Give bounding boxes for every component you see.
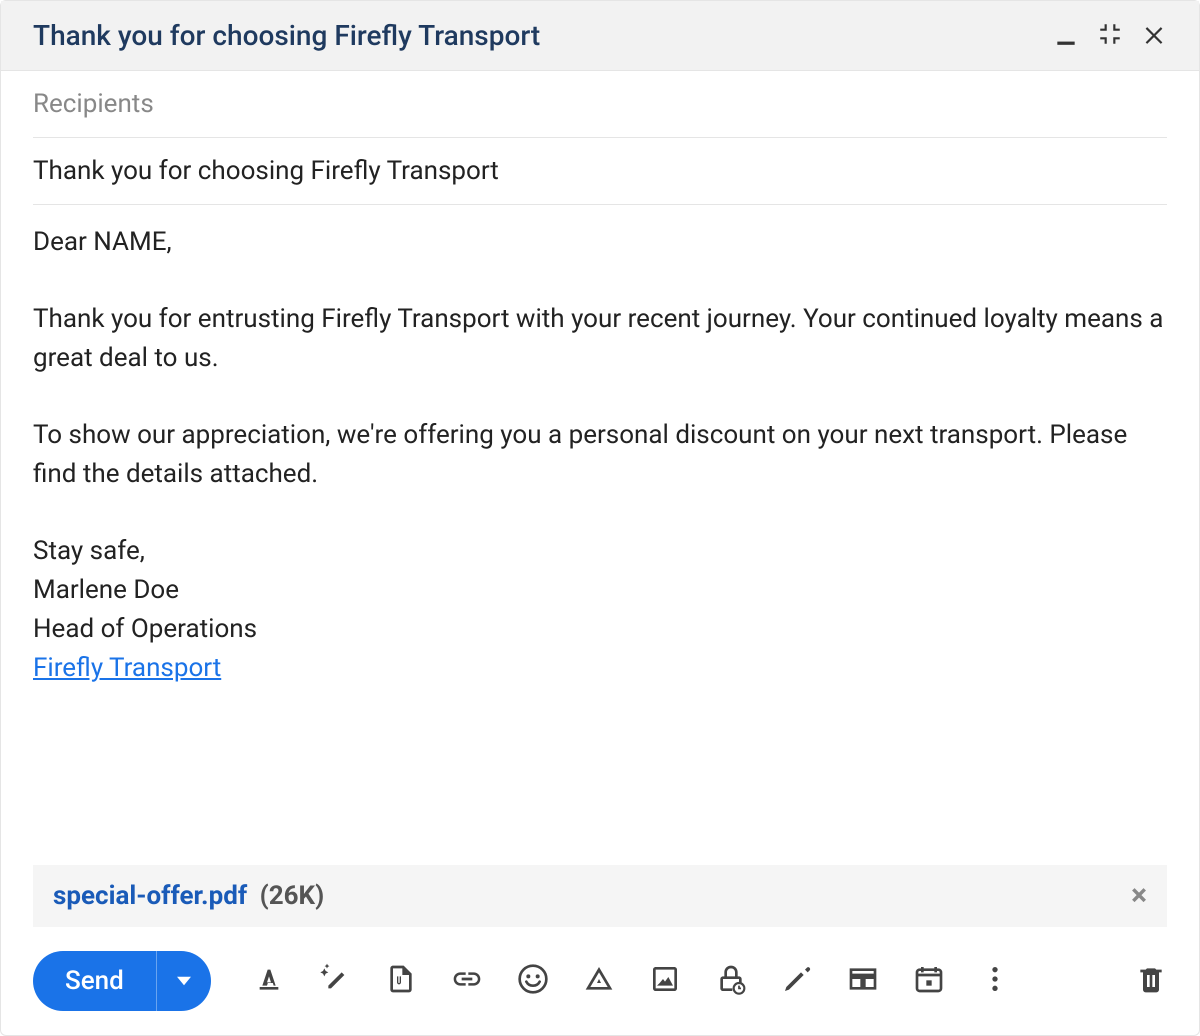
- attachment-label: special-offer.pdf (26K): [53, 881, 324, 911]
- subject-field[interactable]: Thank you for choosing Firefly Transport: [33, 138, 1167, 205]
- formatting-toolbar: [253, 963, 1123, 999]
- schedule-send-icon[interactable]: [913, 963, 945, 999]
- more-options-icon[interactable]: [979, 963, 1011, 999]
- remove-attachment-icon[interactable]: ×: [1131, 881, 1147, 911]
- body-paragraph-1: Thank you for entrusting Firefly Transpo…: [33, 300, 1167, 378]
- compose-header: Thank you for choosing Firefly Transport: [1, 1, 1199, 71]
- send-button[interactable]: Send: [33, 951, 157, 1011]
- body-greeting: Dear NAME,: [33, 223, 1167, 262]
- window-controls: [1053, 21, 1167, 51]
- compose-window: Thank you for choosing Firefly Transport…: [0, 0, 1200, 1036]
- body-closing: Stay safe,: [33, 532, 1167, 571]
- compose-toolbar: Send: [1, 927, 1199, 1035]
- close-icon[interactable]: [1141, 21, 1167, 51]
- subject-text: Thank you for choosing Firefly Transport: [33, 156, 499, 186]
- signature-title: Head of Operations: [33, 610, 1167, 649]
- signature-link[interactable]: Firefly Transport: [33, 653, 221, 683]
- attachment-name: special-offer.pdf: [53, 881, 247, 911]
- attach-file-icon[interactable]: [385, 963, 417, 999]
- attachment-size: (26K): [260, 881, 325, 911]
- minimize-icon[interactable]: [1053, 21, 1079, 51]
- insert-photo-icon[interactable]: [649, 963, 681, 999]
- fullscreen-exit-icon[interactable]: [1097, 21, 1123, 51]
- confidential-mode-icon[interactable]: [715, 963, 747, 999]
- insert-drive-icon[interactable]: [583, 963, 615, 999]
- recipients-placeholder: Recipients: [33, 89, 154, 119]
- insert-emoji-icon[interactable]: [517, 963, 549, 999]
- signature-name: Marlene Doe: [33, 571, 1167, 610]
- message-body[interactable]: Dear NAME, Thank you for entrusting Fire…: [33, 223, 1167, 825]
- attachment-chip[interactable]: special-offer.pdf (26K) ×: [33, 865, 1167, 927]
- recipients-field[interactable]: Recipients: [33, 71, 1167, 138]
- discard-draft-icon[interactable]: [1135, 963, 1167, 999]
- compose-title: Thank you for choosing Firefly Transport: [33, 19, 540, 52]
- insert-signature-icon[interactable]: [781, 963, 813, 999]
- insert-link-icon[interactable]: [451, 963, 483, 999]
- ai-compose-icon[interactable]: [319, 963, 351, 999]
- select-template-icon[interactable]: [847, 963, 879, 999]
- send-options-dropdown[interactable]: [157, 951, 211, 1011]
- formatting-options-icon[interactable]: [253, 963, 285, 999]
- body-paragraph-2: To show our appreciation, we're offering…: [33, 416, 1167, 494]
- send-button-group: Send: [33, 951, 211, 1011]
